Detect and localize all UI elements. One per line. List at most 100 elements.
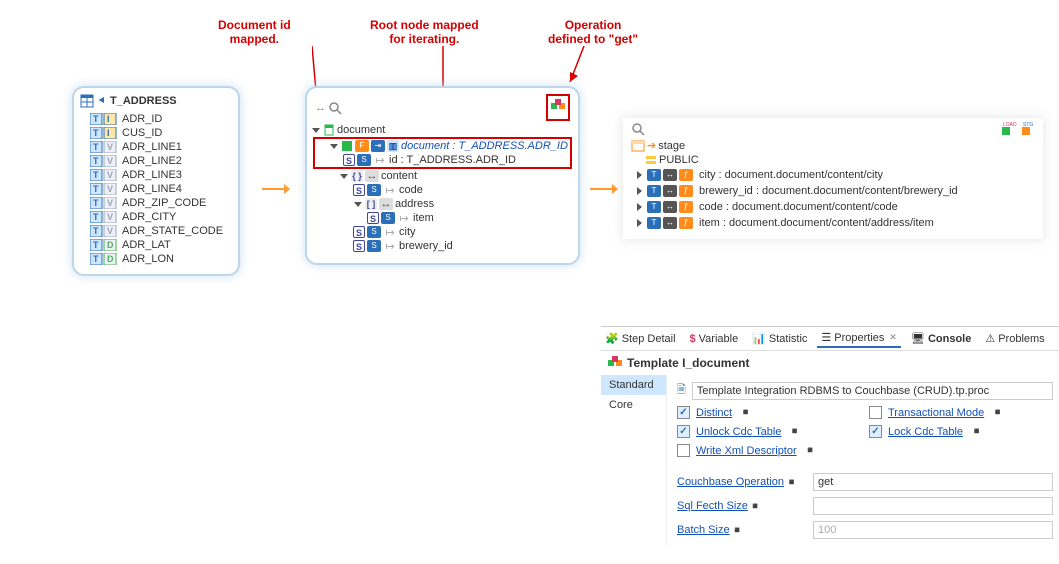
lock-cdc-label[interactable]: Lock Cdc Table [888, 426, 963, 438]
source-table-title[interactable]: ⯇ T_ADDRESS [80, 92, 232, 112]
chevron-right-icon[interactable] [635, 170, 645, 180]
stage-mapping-row[interactable]: T↔ƒcity : document.document/content/city [635, 167, 1039, 183]
doc-address-row[interactable]: [ ] ↔ address [353, 197, 574, 211]
document-mapping-panel: ↔ document F ⇥ ▥ document : T_ADDRESS.AD… [305, 86, 580, 265]
tab-console[interactable]: 🖥Console [907, 330, 975, 347]
tab-problems[interactable]: ⚠Problems [981, 330, 1048, 347]
tab-properties[interactable]: ☰Properties✕ [817, 329, 901, 348]
tab-statistic[interactable]: 📊Statistic [748, 330, 811, 347]
unlock-cdc-checkbox[interactable] [677, 425, 690, 438]
map-chip-icon: ↔ [663, 217, 677, 229]
tree-collapse-icon[interactable]: ↔ [315, 102, 326, 114]
search-icon[interactable] [328, 101, 342, 115]
distinct-checkbox[interactable] [677, 406, 690, 419]
batch-size-label[interactable]: Batch Size [677, 524, 730, 536]
search-icon[interactable] [631, 122, 645, 136]
doc-code-row[interactable]: S S ↦ code [353, 183, 574, 197]
type-string-icon: S [353, 240, 365, 252]
fn-chip-icon: ƒ [679, 185, 693, 197]
sql-fetch-label[interactable]: Sql Fecth Size [677, 500, 748, 512]
source-column-list: TIADR_IDTICUS_IDTVADR_LINE1TVADR_LINE2TV… [80, 112, 232, 266]
map-chip-icon: ↔ [663, 201, 677, 213]
stage-mapping-row[interactable]: T↔ƒbrewery_id : document.document/conten… [635, 183, 1039, 199]
svg-text:V: V [107, 142, 113, 152]
doc-brewery-row[interactable]: S S ↦ brewery_id [353, 239, 574, 253]
source-column[interactable]: TDADR_LON [80, 252, 232, 266]
stage-table-icon [631, 140, 645, 152]
svg-text:I: I [107, 114, 110, 124]
fn-chip-icon: ƒ [679, 169, 693, 181]
tab-variable[interactable]: $Variable [686, 331, 743, 347]
lock-cdc-checkbox[interactable] [869, 425, 882, 438]
stage-mapping-row[interactable]: T↔ƒcode : document.document/content/code [635, 199, 1039, 215]
table-icon [80, 94, 94, 108]
chevron-right-icon[interactable] [635, 202, 645, 212]
write-xml-checkbox[interactable] [677, 444, 690, 457]
column-icon: TV [90, 169, 118, 181]
source-column[interactable]: TVADR_STATE_CODE [80, 224, 232, 238]
map-arrow-icon: ↦ [383, 240, 397, 252]
svg-text:T: T [93, 198, 99, 208]
svg-text:T: T [93, 156, 99, 166]
properties-side-tabs: Standard Core [601, 375, 667, 545]
load-stage-icons[interactable]: LOAD STG [1001, 122, 1039, 138]
doc-root-label: document [337, 124, 385, 136]
source-column[interactable]: TVADR_LINE4 [80, 182, 232, 196]
couchbase-op-label[interactable]: Couchbase Operation [677, 476, 784, 488]
batch-size-input[interactable] [813, 521, 1053, 539]
write-xml-label[interactable]: Write Xml Descriptor [696, 445, 797, 457]
type-object-icon: { } [351, 170, 363, 182]
template-file-input[interactable] [692, 382, 1053, 400]
doc-brewery-label: brewery_id [399, 240, 453, 252]
stage-schema[interactable]: PUBLIC [645, 153, 1039, 167]
doc-map-row[interactable]: F ⇥ ▥ document : T_ADDRESS.ADR_ID [329, 139, 570, 153]
type-chip-icon: T [647, 201, 661, 213]
source-column[interactable]: TVADR_LINE1 [80, 140, 232, 154]
chevron-right-icon[interactable] [635, 186, 645, 196]
map-blue-icon: S [367, 184, 381, 196]
unlock-cdc-label[interactable]: Unlock Cdc Table [696, 426, 781, 438]
source-column[interactable]: TVADR_ZIP_CODE [80, 196, 232, 210]
step-icon: 🧩 [605, 332, 619, 345]
stage-root[interactable]: ➔ stage [631, 138, 1039, 153]
transactional-label[interactable]: Transactional Mode [888, 407, 984, 419]
source-column[interactable]: TIADR_ID [80, 112, 232, 126]
source-column[interactable]: TICUS_ID [80, 126, 232, 140]
doc-node-icon [341, 140, 353, 152]
transactional-checkbox[interactable] [869, 406, 882, 419]
source-column[interactable]: TVADR_LINE2 [80, 154, 232, 168]
template-icon[interactable] [550, 98, 566, 114]
distinct-label[interactable]: Distinct [696, 407, 732, 419]
side-tab-standard[interactable]: Standard [601, 375, 666, 395]
side-tab-core[interactable]: Core [601, 395, 666, 415]
sql-fetch-input[interactable] [813, 497, 1053, 515]
svg-text:T: T [93, 212, 99, 222]
doc-item-label: item [413, 212, 434, 224]
stage-row-label: item : document.document/content/address… [699, 217, 934, 229]
svg-text:T: T [93, 128, 99, 138]
doc-item-row[interactable]: S S ↦ item [367, 211, 574, 225]
annotation-operation: Operationdefined to "get" [548, 18, 638, 46]
chevron-right-icon[interactable] [635, 218, 645, 228]
source-column-label: ADR_ZIP_CODE [122, 197, 206, 209]
type-string-icon: S [353, 184, 365, 196]
source-column-label: ADR_LON [122, 253, 174, 265]
doc-id-row[interactable]: S S ↦ id : T_ADDRESS.ADR_ID [343, 153, 570, 167]
chevron-down-icon[interactable] [311, 125, 321, 135]
source-column-label: CUS_ID [122, 127, 162, 139]
doc-root[interactable]: document [311, 123, 574, 137]
properties-title: Template I_document [601, 351, 1059, 375]
type-chip-icon: T [647, 169, 661, 181]
doc-content-row[interactable]: { } ↔ content [339, 169, 574, 183]
source-column[interactable]: TDADR_LAT [80, 238, 232, 252]
type-chip-icon: T [647, 217, 661, 229]
source-column[interactable]: TVADR_CITY [80, 210, 232, 224]
chevron-down-icon[interactable] [339, 171, 349, 181]
chevron-down-icon[interactable] [329, 141, 339, 151]
source-column[interactable]: TVADR_LINE3 [80, 168, 232, 182]
stage-mapping-row[interactable]: T↔ƒitem : document.document/content/addr… [635, 215, 1039, 231]
tab-step-detail[interactable]: 🧩Step Detail [601, 330, 680, 347]
chevron-down-icon[interactable] [353, 199, 363, 209]
doc-city-row[interactable]: S S ↦ city [353, 225, 574, 239]
couchbase-op-input[interactable] [813, 473, 1053, 491]
